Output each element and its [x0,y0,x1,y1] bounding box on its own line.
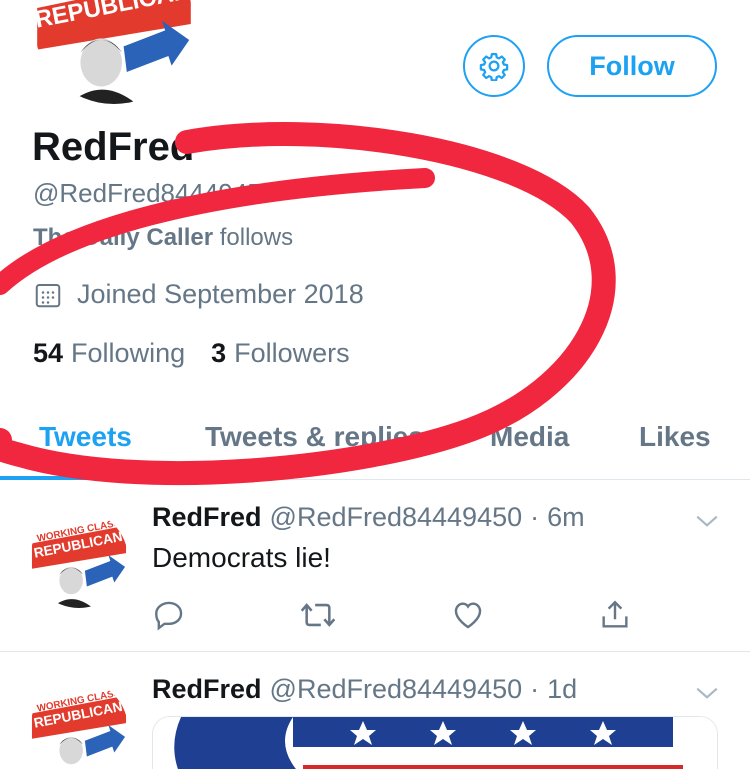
profile-handle: @RedFred84449450 [33,178,277,208]
tweet-author-name[interactable]: RedFred [152,674,262,705]
followed-by-account[interactable]: The Daily Caller [33,224,213,251]
working-class-republican-logo: WORKING CLASS REPUBLICAN [30,510,128,608]
tweet-author-handle[interactable]: @RedFred84449450 [270,502,523,533]
tweet-text: Democrats lie! [152,542,331,573]
tweet-author-handle[interactable]: @RedFred84449450 [270,674,523,705]
flag-image [153,717,717,769]
profile-tabs: Tweets Tweets & replies Media Likes [0,415,750,480]
tweet-timestamp[interactable]: 1d [547,674,577,705]
tweet-avatar[interactable]: WORKING CLASS REPUBLICAN [30,680,128,769]
retweet-icon[interactable] [299,598,337,632]
separator-dot: · [530,674,540,704]
tweet-header: RedFred @RedFred84449450 · 1d [152,674,577,705]
chevron-down-icon[interactable] [694,512,720,530]
calendar-icon [35,283,61,307]
like-heart-icon[interactable] [451,598,485,632]
settings-button[interactable] [463,35,525,97]
followers-count[interactable]: 3 Followers [211,338,350,369]
tweet-item[interactable]: WORKING CLASS REPUBLICAN RedFred @RedFre… [0,652,750,769]
gear-icon [479,53,509,81]
followed-by-line: The Daily Caller follows [33,224,293,252]
following-count[interactable]: 54 Following [33,338,185,369]
followed-by-suffix: follows [219,224,294,251]
follow-button[interactable]: Follow [547,35,717,97]
tab-tweets-replies[interactable]: Tweets & replies [205,421,424,453]
tweet-item[interactable]: WORKING CLASS REPUBLICAN RedFred @RedFre… [0,480,750,652]
share-icon[interactable] [598,598,632,632]
join-date: Joined September 2018 [33,279,364,310]
chevron-down-icon[interactable] [694,684,720,702]
tweet-avatar[interactable]: WORKING CLASS REPUBLICAN [30,510,128,608]
profile-name: RedFred [32,125,195,169]
tweet-media-image[interactable] [152,716,718,769]
working-class-republican-logo: REPUBLICAN [34,0,194,104]
tab-tweets[interactable]: Tweets [39,421,132,453]
working-class-republican-logo: WORKING CLASS REPUBLICAN [30,680,128,769]
reply-icon[interactable] [152,598,186,632]
tab-media[interactable]: Media [490,421,569,453]
join-date-text: Joined September 2018 [77,279,364,309]
profile-avatar[interactable]: REPUBLICAN [30,0,198,108]
tweet-header: RedFred @RedFred84449450 · 6m [152,502,585,533]
follow-counts: 54 Following 3 Followers [33,338,350,369]
tab-likes[interactable]: Likes [639,421,711,453]
tweet-actions [152,598,632,632]
separator-dot: · [530,502,540,532]
tweet-author-name[interactable]: RedFred [152,502,262,533]
tweet-timestamp[interactable]: 6m [547,502,585,533]
